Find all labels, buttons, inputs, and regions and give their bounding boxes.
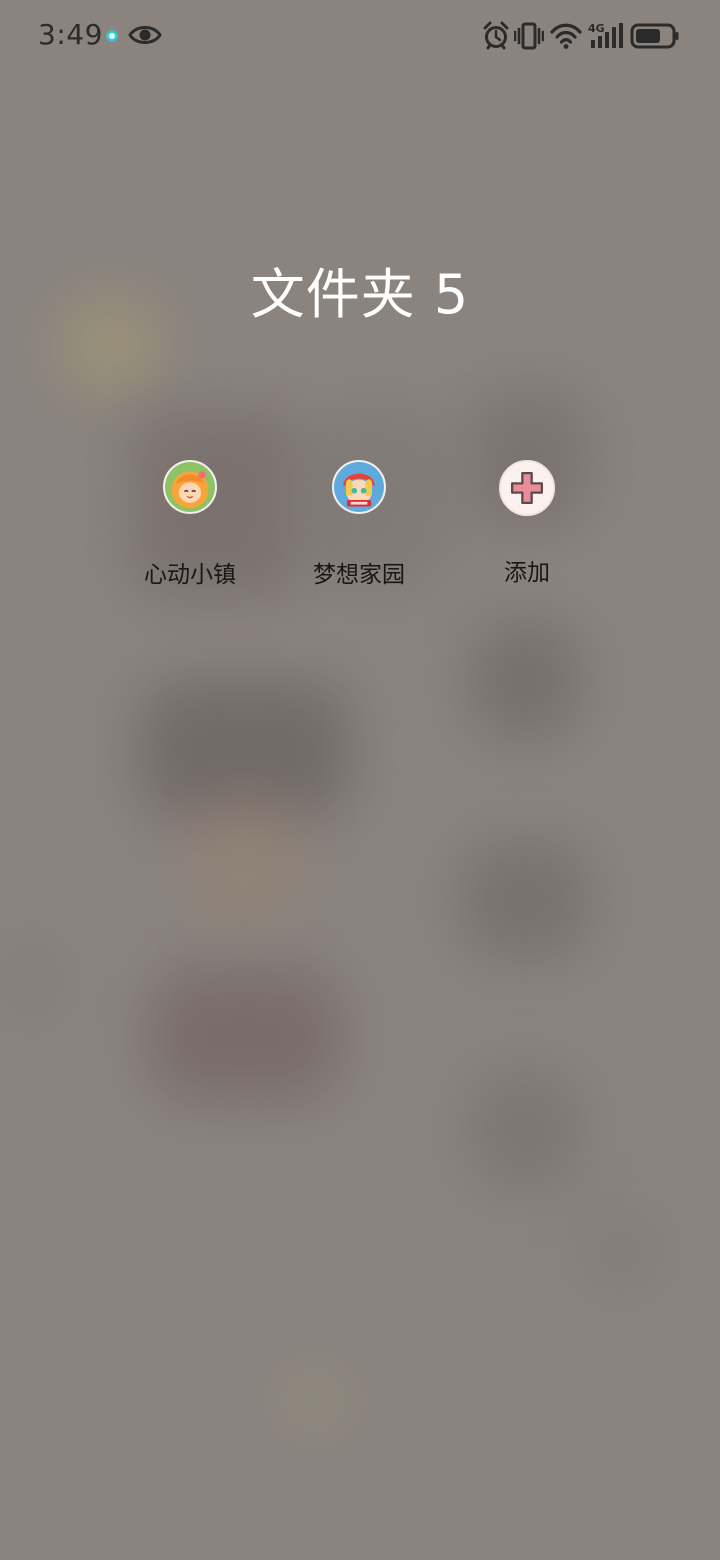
- heartbeat-town-app-icon[interactable]: [163, 460, 217, 514]
- alarm-icon: [483, 21, 509, 50]
- dream-home-app-icon[interactable]: [332, 460, 386, 514]
- app-label: 添加: [504, 560, 550, 586]
- add-plus-icon[interactable]: [499, 460, 555, 516]
- app-heartbeat-town[interactable]: 心动小镇: [110, 460, 270, 589]
- battery-icon: [630, 23, 679, 49]
- wifi-icon: [550, 23, 582, 49]
- eye-icon: [128, 26, 162, 44]
- add-app-button[interactable]: 添加: [447, 460, 607, 587]
- app-dream-home[interactable]: 梦想家园: [279, 460, 439, 589]
- status-bar: 3:49 4G: [0, 0, 720, 72]
- app-label: 心动小镇: [144, 562, 236, 588]
- app-label: 梦想家园: [313, 562, 405, 588]
- folder-title[interactable]: 文件夹 5: [0, 250, 720, 329]
- notification-dot-icon: [106, 30, 118, 42]
- blurred-home-screen-backdrop: [0, 0, 720, 1560]
- vibrate-icon: [514, 22, 544, 50]
- 4g-signal-icon: 4G: [588, 22, 623, 48]
- status-time: 3:49: [38, 18, 103, 51]
- svg-text:4G: 4G: [588, 22, 605, 35]
